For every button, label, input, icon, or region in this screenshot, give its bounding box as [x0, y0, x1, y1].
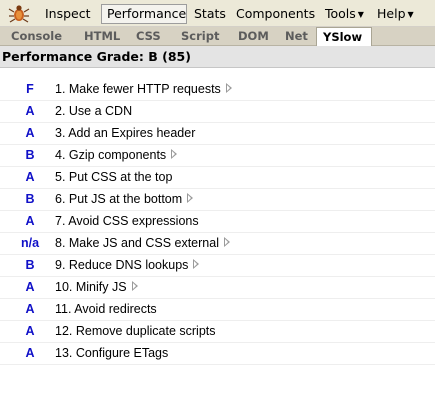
- menu-stats[interactable]: Stats: [194, 4, 226, 24]
- menu-stats-label: Stats: [194, 6, 226, 21]
- rule-label: 6. Put JS at the bottom: [55, 189, 194, 211]
- expand-arrow-icon[interactable]: [131, 281, 138, 291]
- chevron-down-icon: ▼: [357, 10, 364, 19]
- rule-text: 3. Add an Expires header: [55, 126, 196, 140]
- rule-grade: A: [25, 302, 35, 316]
- rule-text: 10. Minify JS: [55, 280, 127, 294]
- tab-dom-label: DOM: [238, 29, 269, 43]
- rule-label: 4. Gzip components: [55, 145, 178, 167]
- rule-row[interactable]: A 10. Minify JS: [0, 277, 435, 299]
- rule-grade: A: [25, 170, 35, 184]
- rule-text: 6. Put JS at the bottom: [55, 192, 183, 206]
- rule-grade: A: [25, 214, 35, 228]
- rule-label: 10. Minify JS: [55, 277, 138, 299]
- menu-help-label: Help: [377, 6, 406, 21]
- tab-html[interactable]: HTML: [84, 28, 120, 45]
- rule-grade: A: [25, 324, 35, 338]
- rule-label: 7. Avoid CSS expressions: [55, 211, 199, 233]
- tab-yslow[interactable]: YSlow: [316, 27, 372, 46]
- rule-grade: A: [25, 346, 35, 360]
- rule-label: 8. Make JS and CSS external: [55, 233, 230, 255]
- rule-row[interactable]: A 12. Remove duplicate scripts: [0, 321, 435, 343]
- menu-components[interactable]: Components: [236, 4, 315, 24]
- rule-text: 4. Gzip components: [55, 148, 167, 162]
- expand-arrow-icon[interactable]: [187, 193, 194, 203]
- rule-row[interactable]: A 13. Configure ETags: [0, 343, 435, 365]
- rule-row[interactable]: A 7. Avoid CSS expressions: [0, 211, 435, 233]
- menu-performance[interactable]: Performance: [101, 4, 187, 24]
- rule-text: 2. Use a CDN: [55, 104, 133, 118]
- tab-console-label: Console: [11, 29, 63, 43]
- menu-tools[interactable]: Tools ▼: [325, 4, 364, 24]
- rule-grade: F: [26, 82, 34, 96]
- rule-row[interactable]: B 6. Put JS at the bottom: [0, 189, 435, 211]
- rule-row[interactable]: B 4. Gzip components: [0, 145, 435, 167]
- menu-performance-label: Performance: [107, 6, 187, 21]
- tab-css[interactable]: CSS: [136, 28, 161, 45]
- rule-row[interactable]: A 3. Add an Expires header: [0, 123, 435, 145]
- rule-grade: B: [25, 258, 35, 272]
- rule-grade: A: [25, 126, 35, 140]
- firebug-tab-bar: Console HTML CSS Script DOM Net YSlow: [0, 27, 435, 46]
- firebug-bug-icon[interactable]: [8, 3, 30, 23]
- rule-text: 11. Avoid redirects: [55, 302, 157, 316]
- rule-text: 7. Avoid CSS expressions: [55, 214, 199, 228]
- rule-label: 2. Use a CDN: [55, 101, 132, 123]
- tab-net-label: Net: [285, 29, 308, 43]
- tab-script[interactable]: Script: [181, 28, 219, 45]
- rule-label: 11. Avoid redirects: [55, 299, 157, 321]
- tab-console[interactable]: Console: [11, 28, 62, 45]
- rule-text: 1. Make fewer HTTP requests: [55, 82, 221, 96]
- rule-row[interactable]: A 11. Avoid redirects: [0, 299, 435, 321]
- rule-grade: A: [25, 104, 35, 118]
- expand-arrow-icon[interactable]: [171, 149, 178, 159]
- chevron-down-icon: ▼: [407, 10, 414, 19]
- rule-grade: B: [25, 192, 35, 206]
- menubar: Inspect Performance Stats Components Too…: [0, 0, 435, 27]
- menu-inspect[interactable]: Inspect: [45, 4, 91, 24]
- rule-text: 8. Make JS and CSS external: [55, 236, 219, 250]
- tab-script-label: Script: [181, 29, 220, 43]
- rule-grade: A: [25, 280, 35, 294]
- rule-label: 5. Put CSS at the top: [55, 167, 172, 189]
- rule-text: 13. Configure ETags: [55, 346, 169, 360]
- rule-row[interactable]: F 1. Make fewer HTTP requests: [0, 79, 435, 101]
- menu-components-label: Components: [236, 6, 316, 21]
- rule-text: 9. Reduce DNS lookups: [55, 258, 189, 272]
- rule-label: 9. Reduce DNS lookups: [55, 255, 200, 277]
- tab-dom[interactable]: DOM: [238, 28, 269, 45]
- rule-row[interactable]: B 9. Reduce DNS lookups: [0, 255, 435, 277]
- rule-grade: n/a: [20, 236, 40, 250]
- expand-arrow-icon[interactable]: [225, 83, 232, 93]
- rule-label: 3. Add an Expires header: [55, 123, 195, 145]
- expand-arrow-icon[interactable]: [193, 259, 200, 269]
- tab-html-label: HTML: [84, 29, 121, 43]
- rule-row[interactable]: A 5. Put CSS at the top: [0, 167, 435, 189]
- rule-text: 5. Put CSS at the top: [55, 170, 173, 184]
- tab-yslow-label: YSlow: [323, 30, 363, 44]
- expand-arrow-icon[interactable]: [223, 237, 230, 247]
- yslow-window: Inspect Performance Stats Components Too…: [0, 0, 435, 403]
- menu-inspect-label: Inspect: [45, 6, 91, 21]
- rules-list: F 1. Make fewer HTTP requests A 2. Use a…: [0, 79, 435, 365]
- rule-row[interactable]: n/a 8. Make JS and CSS external: [0, 233, 435, 255]
- menu-help[interactable]: Help ▼: [377, 4, 414, 24]
- rule-text: 12. Remove duplicate scripts: [55, 324, 216, 338]
- menu-tools-label: Tools: [325, 6, 356, 21]
- performance-grade-header: Performance Grade: B (85): [0, 46, 435, 68]
- rule-label: 1. Make fewer HTTP requests: [55, 79, 232, 101]
- rule-grade: B: [25, 148, 35, 162]
- tab-net[interactable]: Net: [285, 28, 308, 45]
- rule-row[interactable]: A 2. Use a CDN: [0, 101, 435, 123]
- tab-css-label: CSS: [136, 29, 161, 43]
- rule-label: 13. Configure ETags: [55, 343, 168, 365]
- rule-label: 12. Remove duplicate scripts: [55, 321, 216, 343]
